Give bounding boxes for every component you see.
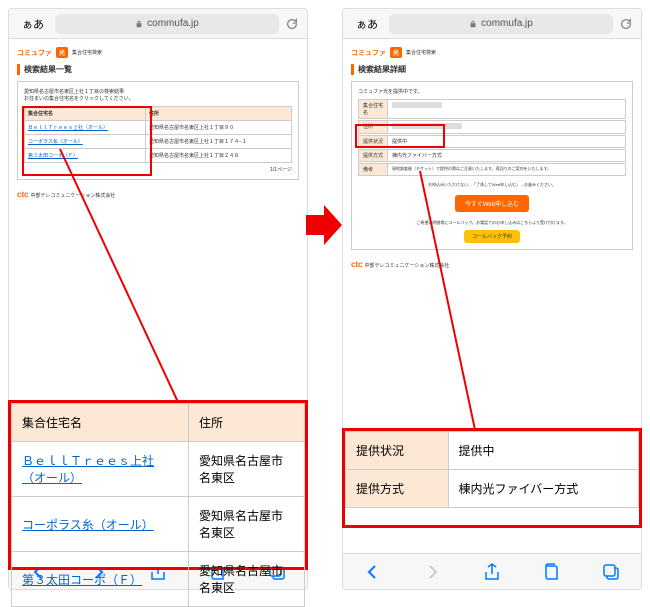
logo-sub: 集合住宅検索: [72, 49, 102, 56]
browser-topbar: ぁあ commufa.jp: [9, 9, 307, 39]
logo-brand: コミュファ: [17, 48, 52, 58]
lock-icon: [135, 20, 143, 28]
forward-icon: [422, 562, 442, 582]
section-title: 検索結果一覧: [17, 64, 299, 75]
page-content-right: コミュファ光 集合住宅検索 検索結果詳細 コミュファ光を提供中です。 集合住宅名…: [343, 39, 641, 349]
detail-note: コミュファ光を提供中です。: [358, 88, 626, 95]
lock-icon: [469, 20, 477, 28]
tabs-icon[interactable]: [601, 562, 621, 582]
table-row[interactable]: ＢｅｌｌＴｒｅｅｓ上社（オール）愛知県名古屋市名東区: [12, 442, 305, 497]
apply-button[interactable]: 今すぐWeb申し込む: [455, 195, 529, 212]
arrow-icon: [306, 200, 342, 250]
browser-topbar: ぁあ commufa.jp: [343, 9, 641, 39]
logo: コミュファ光 集合住宅検索: [351, 47, 633, 58]
highlight-box: [355, 124, 445, 148]
table-row[interactable]: コーポラス糸（オール）愛知県名古屋市名東区: [12, 497, 305, 552]
url-bar[interactable]: commufa.jp: [389, 14, 613, 34]
bookmarks-icon[interactable]: [542, 562, 562, 582]
zoom-table-right: 提供状況提供中 提供方式棟内光ファイバー方式: [345, 431, 639, 508]
text-settings-button[interactable]: ぁあ: [351, 14, 383, 34]
callback-button[interactable]: コールバック予約: [464, 230, 520, 243]
url-text: commufa.jp: [147, 18, 199, 29]
table-row[interactable]: 第３太田コーポ（Ｆ）愛知県名古屋市名東区: [12, 552, 305, 607]
text-settings-button[interactable]: ぁあ: [17, 14, 49, 34]
zoom-panel-right: 提供状況提供中 提供方式棟内光ファイバー方式: [342, 428, 642, 528]
zoom-table-left: 集合住宅名住所 ＢｅｌｌＴｒｅｅｓ上社（オール）愛知県名古屋市名東区 コーポラス…: [11, 403, 305, 607]
refresh-icon[interactable]: [285, 17, 299, 31]
search-note: 愛知県名古屋市名東区上社１丁目の検索結果 お住まいの集合住宅名をクリックしてくだ…: [24, 88, 292, 102]
url-bar[interactable]: commufa.jp: [55, 14, 279, 34]
logo: コミュファ光 集合住宅検索: [17, 47, 299, 58]
section-title: 検索結果詳細: [351, 64, 633, 75]
highlight-box: [22, 106, 152, 176]
refresh-icon[interactable]: [619, 17, 633, 31]
back-icon[interactable]: [363, 562, 383, 582]
logo-badge: 光: [56, 47, 68, 58]
ctc-logo: ctc: [17, 190, 29, 199]
url-text: commufa.jp: [481, 18, 533, 29]
browser-bottombar: [343, 553, 641, 589]
ctc-company: 中部テレコミュニケーション株式会社: [31, 193, 116, 199]
share-icon[interactable]: [482, 562, 502, 582]
page-content-left: コミュファ光 集合住宅検索 検索結果一覧 愛知県名古屋市名東区上社１丁目の検索結…: [9, 39, 307, 349]
zoom-panel-left: 集合住宅名住所 ＢｅｌｌＴｒｅｅｓ上社（オール）愛知県名古屋市名東区 コーポラス…: [8, 400, 308, 570]
